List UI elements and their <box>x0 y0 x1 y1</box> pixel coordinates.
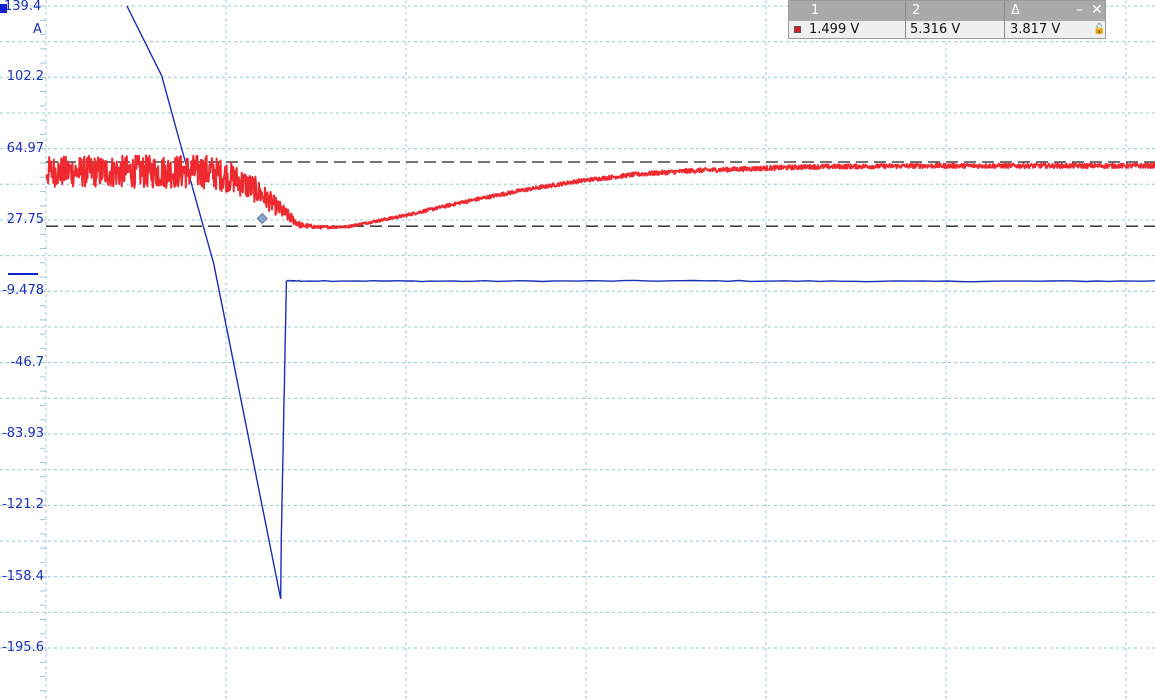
trace-markers <box>256 212 268 225</box>
y-tick-label: 139.4 <box>4 0 42 14</box>
y-tick-label: -46.7 <box>10 354 44 370</box>
cursor-readout-panel[interactable]: 1 2 Δ – ✕ 1.499 V 5.316 V 3.817 V 🔓 <box>788 0 1106 39</box>
cursor1-header: 1 <box>811 3 820 18</box>
delta-header: Δ <box>1011 3 1020 18</box>
scope-plot-area[interactable] <box>0 0 1155 699</box>
y-tick-label: -9.478 <box>2 283 44 299</box>
channel-color-swatch <box>794 26 801 33</box>
cursor1-value: 1.499 V <box>809 22 860 37</box>
traces <box>45 5 1155 600</box>
y-tick-label: 27.75 <box>6 211 44 227</box>
trigger-diamond-marker <box>256 212 268 225</box>
lock-icon[interactable]: 🔓 <box>1093 24 1105 35</box>
zero-level-marker[interactable] <box>8 273 38 275</box>
close-icon[interactable]: ✕ <box>1091 2 1103 18</box>
grid-lines <box>0 0 1155 699</box>
y-tick-label: 64.97 <box>6 140 44 156</box>
minimize-icon[interactable]: – <box>1076 2 1083 18</box>
y-tick-label: -121.2 <box>2 497 44 513</box>
y-tick-label: 102.2 <box>6 69 44 85</box>
cursor-panel-header <box>789 1 1105 21</box>
y-axis-unit: A <box>33 22 42 37</box>
current-trace-red <box>45 154 1155 230</box>
column-separator <box>1004 1 1005 38</box>
y-tick-label: -195.6 <box>2 640 44 655</box>
cursor2-header: 2 <box>912 3 921 18</box>
y-tick-label: -158.4 <box>2 568 44 584</box>
delta-value: 3.817 V <box>1010 22 1061 37</box>
cursor2-value: 5.316 V <box>910 22 961 37</box>
voltage-trace-blue <box>126 5 1155 600</box>
column-separator <box>905 1 906 38</box>
y-tick-label: -83.93 <box>2 425 44 441</box>
